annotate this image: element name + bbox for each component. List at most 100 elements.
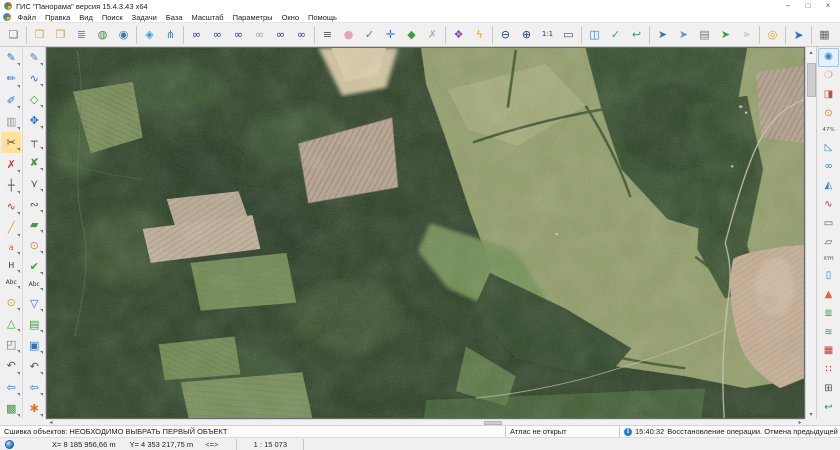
point-coords-button[interactable]: ▯ [818,266,839,285]
scale-indicator-button[interactable]: 47% [818,124,839,138]
open-database-button[interactable]: ≣ [71,25,92,45]
vertical-scroll-track[interactable] [806,57,817,409]
print-report-button[interactable]: ▦ [835,25,840,45]
menu-item-scale[interactable]: Масштаб [187,13,228,22]
filter-edit-button[interactable]: ▽ [24,293,44,314]
open-geoportal-button[interactable]: ◍ [92,25,113,45]
move-object-button[interactable]: ✥ [24,110,44,131]
open-recent-map-button[interactable]: ❒ [50,25,71,45]
settings-button[interactable]: ✱ [24,398,44,419]
find-in-area-button[interactable]: ∞ [270,25,291,45]
map-canvas[interactable] [46,47,805,419]
maximize-button[interactable]: □ [800,1,816,12]
main-pointer-button[interactable]: ➤ [788,25,809,45]
layers-flag-button[interactable]: ≣ [818,304,839,323]
menu-item-view[interactable]: Вид [75,13,98,22]
zoom-1-1-button[interactable]: 1:1 [537,25,558,45]
zoom-out-button[interactable]: ⊖ [495,25,516,45]
horizontal-text-button[interactable]: H [1,257,21,275]
highlight-add-button[interactable]: ✛ [380,25,401,45]
calculator-button[interactable]: ⊞ [818,380,839,399]
merge-objects-button[interactable]: ⋎ [24,173,44,194]
geodesy-network-button[interactable]: △ [1,313,21,334]
diagonal-select-button[interactable]: ▱ [818,233,839,252]
create-area-button[interactable]: ◇ [24,89,44,110]
edit-toolkit-button[interactable]: ▥ [1,111,21,132]
graphic-editor-button[interactable]: ❖ [448,25,469,45]
edit-points-button[interactable]: ∾ [24,194,44,215]
close-button[interactable]: × [820,1,836,12]
point-cloud-button[interactable]: ∷ [818,361,839,380]
zoom-frame-button[interactable]: ▭ [558,25,579,45]
find-previous-button[interactable]: ∞ [249,25,270,45]
route-measure-button[interactable]: ◎ [762,25,783,45]
frame-select-button[interactable]: ▭ [818,214,839,233]
list-objects-button[interactable]: ≡ [317,25,338,45]
scroll-left-icon[interactable]: ◂ [46,420,56,425]
menu-item-search[interactable]: Поиск [97,13,127,22]
layers-3d-button[interactable]: ≋ [818,323,839,342]
highlight-clear-button[interactable]: ✗ [422,25,443,45]
vertical-scrollbar[interactable]: ▴ ▾ [805,47,816,419]
fast-launch-button[interactable]: ϟ [469,25,490,45]
measure-segment-button[interactable]: ╱ [1,217,21,238]
exit-task-button[interactable]: ↩ [818,399,839,418]
copy-to-image-button[interactable]: ▩ [1,398,21,419]
scroll-down-icon[interactable]: ▾ [806,409,817,419]
edit-segment-button[interactable]: ∿ [1,196,21,217]
menu-item-options[interactable]: Параметры [228,13,277,22]
minimize-button[interactable]: – [780,1,796,12]
menu-item-edit[interactable]: Правка [40,13,74,22]
previous-selection-button[interactable]: ↩ [626,25,647,45]
copy-fragment-button[interactable]: ◨ [818,86,839,105]
scroll-right-icon[interactable]: ▸ [795,420,805,425]
delete-part-button[interactable]: ✘ [24,152,44,173]
flashlight-shape-button[interactable]: ⊙ [24,235,44,256]
redo-step-button[interactable]: ⇦ [24,377,44,398]
delete-object-button[interactable]: ✗ [1,153,21,174]
accept-edit-button[interactable]: ✔ [24,256,44,277]
measure-distance-button[interactable]: ∿ [818,195,839,214]
create-object-button[interactable]: ✎ [1,47,21,68]
view-area-button[interactable]: ◫ [584,25,605,45]
view-globe-button[interactable]: ◉ [818,48,839,67]
horizontal-scrollbar[interactable]: ◂ ▸ [46,419,805,425]
open-internet-map-button[interactable]: ◉ [113,25,134,45]
measure-polygon-button[interactable]: ◭ [818,176,839,195]
dialog-window-button[interactable]: ▣ [24,335,44,356]
select-on-atlas-button[interactable]: ➤ [736,25,757,45]
map-scale[interactable]: 1 : 15 073 [237,440,303,449]
measure-perimeter-button[interactable]: ∞ [818,157,839,176]
find-repeat-button[interactable]: ∞ [291,25,312,45]
undo-step-button[interactable]: ↶ [24,356,44,377]
height-matrix-button[interactable]: ▲ [818,285,839,304]
open-map-button[interactable]: ❐ [29,25,50,45]
vertical-scroll-thumb[interactable] [807,63,816,97]
select-by-attributes-button[interactable]: ▤ [694,25,715,45]
split-object-button[interactable]: ┬ [24,131,44,152]
map-structure-button[interactable]: ⋔ [160,25,181,45]
find-continue-button[interactable]: ∞ [228,25,249,45]
swap-coords-button[interactable]: <=> [205,440,218,449]
area-object-button[interactable]: ◰ [1,334,21,355]
undo-operation-button[interactable]: ↶ [1,355,21,376]
cut-object-button[interactable]: ✂ [1,132,21,153]
object-properties-button[interactable]: ✐ [1,90,21,111]
copy-object-button[interactable]: ▰ [24,215,44,236]
select-on-map-button[interactable]: ➤ [715,25,736,45]
menu-item-window[interactable]: Окно [277,13,303,22]
flashlight-button[interactable]: ⊙ [818,105,839,124]
edit-node-button[interactable]: ┼ [1,175,21,196]
print-map-button[interactable]: ▦ [814,25,835,45]
calc-cost-button[interactable]: ▤ [24,314,44,335]
new-document-button[interactable]: ❏ [3,25,24,45]
menu-item-tasks[interactable]: Задачи [127,13,161,22]
highlight-confirm-button[interactable]: ✓ [359,25,380,45]
menu-item-help[interactable]: Помощь [304,13,342,22]
place-text-button[interactable]: Abc [1,275,21,291]
map-fragment-button[interactable]: ▦ [818,342,839,361]
highlight-area-button[interactable]: ◆ [401,25,422,45]
find-by-name-button[interactable]: ∞ [207,25,228,45]
select-by-list-button[interactable]: ➤ [652,25,673,45]
highlight-letter-button[interactable]: a [1,239,21,257]
